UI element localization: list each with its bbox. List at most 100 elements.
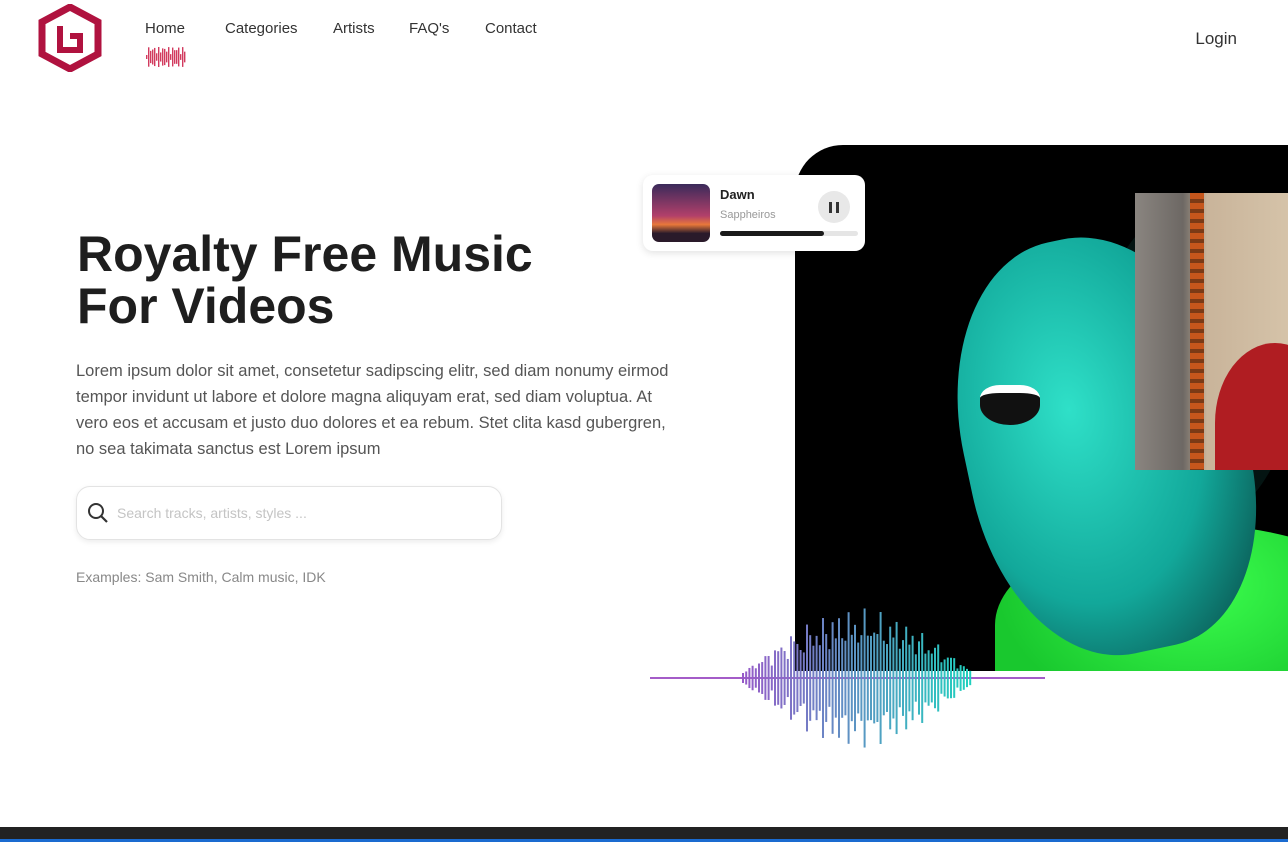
waveform-bar <box>857 642 860 714</box>
waveform-bar <box>879 612 882 744</box>
waveform-bar <box>863 608 866 748</box>
progress-bar[interactable] <box>720 231 858 236</box>
waveform-graphic <box>650 608 1045 748</box>
waveform-bar <box>831 622 834 734</box>
waveform-bar <box>924 653 927 703</box>
active-nav-wave-icon <box>146 47 186 67</box>
waveform-bar <box>815 635 818 721</box>
hero-description: Lorem ipsum dolor sit amet, consetetur s… <box>76 362 669 458</box>
waveform-bar <box>927 650 930 706</box>
waveform-bar <box>774 650 776 706</box>
waveform-bar <box>969 670 972 686</box>
progress-fill <box>720 231 824 236</box>
nav-wave-bar <box>160 52 162 62</box>
nav-artists[interactable]: Artists <box>333 20 375 37</box>
waveform-bar <box>822 618 824 738</box>
waveform-bar <box>809 635 812 721</box>
waveform-bar <box>754 668 757 688</box>
nav-wave-bar <box>170 54 172 60</box>
waveform-bar <box>793 641 796 715</box>
nav-categories[interactable]: Categories <box>225 20 298 37</box>
waveform-bar <box>908 644 911 712</box>
waveform-bar <box>802 652 805 704</box>
nav-wave-bar <box>164 48 166 66</box>
waveform-bar <box>959 665 962 691</box>
waveform-bar <box>748 667 751 689</box>
waveform-bar <box>946 657 949 699</box>
waveform-bar <box>870 635 872 721</box>
logo[interactable] <box>38 4 102 72</box>
nav-home[interactable]: Home <box>145 20 185 37</box>
webcam-person <box>1215 343 1288 470</box>
waveform-bar <box>847 612 850 744</box>
waveform-bar <box>806 624 808 732</box>
search-examples: Examples: Sam Smith, Calm music, IDK <box>76 569 326 585</box>
search-icon <box>88 503 108 523</box>
waveform-bar <box>962 666 965 690</box>
login-link[interactable]: Login <box>1195 29 1237 49</box>
waveform-bar <box>834 638 837 718</box>
waveform-bar <box>918 641 920 715</box>
waveform-bar <box>767 656 770 700</box>
nav-wave-bar <box>146 55 148 59</box>
track-artist: Sappheiros <box>720 209 776 221</box>
nav-wave-bar <box>172 47 174 67</box>
nav-wave-bar <box>154 47 156 67</box>
nav-wave-bar <box>184 51 186 63</box>
nav-wave-bar <box>176 50 178 64</box>
search-input[interactable] <box>117 505 477 521</box>
waveform-bar <box>790 636 792 720</box>
waveform-bar <box>818 645 821 711</box>
pause-button[interactable] <box>818 191 850 223</box>
waveform-bar <box>911 635 914 721</box>
nav-wave-bar <box>174 50 176 64</box>
mouth-shape <box>980 385 1040 425</box>
nav-wave-bar <box>178 47 180 67</box>
waveform-bar <box>742 673 744 683</box>
waveform-bar <box>889 626 892 730</box>
waveform-bar <box>966 668 968 688</box>
waveform-bar <box>799 649 802 707</box>
waveform-bar <box>943 659 946 697</box>
waveform-bar <box>940 662 943 694</box>
waveform-bar <box>953 658 956 698</box>
waveform-bar <box>850 634 853 722</box>
mini-player: Dawn Sappheiros <box>643 175 865 251</box>
waveform-bar <box>751 665 754 691</box>
waveform-bar <box>950 657 952 699</box>
waveform-bar <box>761 662 764 694</box>
waveform-bar <box>844 640 847 716</box>
waveform-bar <box>934 647 936 709</box>
nav-wave-bar <box>168 47 170 67</box>
waveform-bar <box>777 651 780 705</box>
hero-title-line1: Royalty Free Music <box>77 226 533 282</box>
waveform-bar <box>882 640 885 716</box>
waveform-bar <box>828 649 831 707</box>
track-title: Dawn <box>720 187 755 202</box>
nav-wave-bar <box>150 50 152 64</box>
album-art[interactable] <box>652 184 710 242</box>
waveform-bar <box>902 640 904 716</box>
nav-faqs[interactable]: FAQ's <box>409 20 449 37</box>
waveform-bar <box>786 658 789 698</box>
waveform-bar <box>770 665 773 691</box>
waveform-bar <box>838 618 840 738</box>
waveform-bar <box>812 645 815 711</box>
nav-wave-bar <box>182 47 184 67</box>
waveform-bar <box>764 656 767 700</box>
nav-wave-bar <box>148 47 150 67</box>
waveform-bar <box>905 626 908 730</box>
waveform-bar <box>745 671 748 685</box>
waveform-bar <box>854 624 856 732</box>
nav-wave-bar <box>156 53 158 61</box>
pause-icon <box>829 201 832 213</box>
waveform-bar <box>841 638 844 718</box>
waveform-bar <box>898 648 901 708</box>
waveform-bar <box>895 621 898 735</box>
waveform-bar <box>783 651 786 705</box>
waveform-bar <box>921 633 924 723</box>
hero-title-line2: For Videos <box>77 278 335 334</box>
nav-contact[interactable]: Contact <box>485 20 537 37</box>
waveform-bar <box>937 644 940 712</box>
search-box[interactable] <box>76 486 502 540</box>
